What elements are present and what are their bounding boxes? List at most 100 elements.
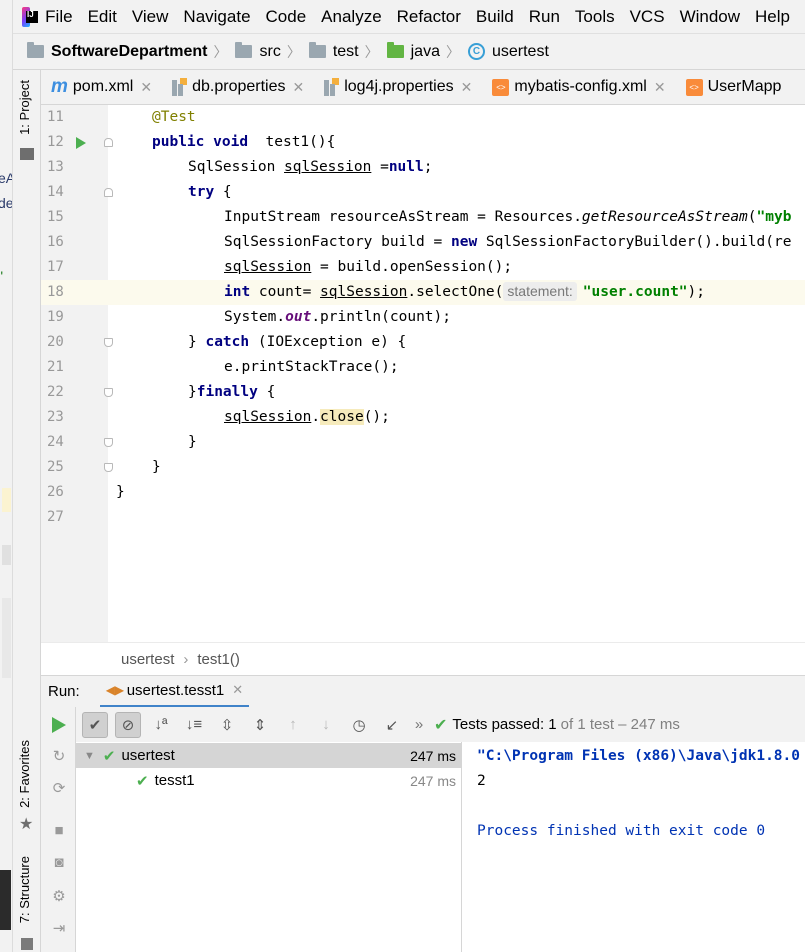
line-number: 27 (47, 509, 64, 525)
gear-icon[interactable]: ⚙ (50, 887, 68, 905)
menu-help[interactable]: Help (755, 7, 790, 27)
project-folder-icon[interactable] (20, 148, 34, 160)
chevron-down-icon[interactable]: ▼ (84, 750, 95, 762)
tab-log4j-properties[interactable]: log4j.properties ✕ (314, 70, 482, 104)
tab-label: mybatis-config.xml (514, 78, 647, 95)
show-ignored-icon[interactable]: ⊘ (115, 711, 141, 738)
tab-usermapper[interactable]: <> UserMapp (676, 70, 792, 104)
editor-breadcrumb-method[interactable]: test1() (197, 651, 240, 668)
fold-marker-icon[interactable] (104, 438, 113, 447)
code-line[interactable]: 23 sqlSession.close(); (41, 405, 805, 430)
tab-mybatis-config-xml[interactable]: <> mybatis-config.xml ✕ (482, 70, 675, 104)
structure-icon[interactable] (21, 938, 33, 950)
menu-refactor[interactable]: Refactor (397, 7, 461, 27)
star-icon[interactable]: ★ (19, 814, 33, 834)
menu-navigate[interactable]: Navigate (183, 7, 250, 27)
tree-node-test[interactable]: ✔ tesst1 247 ms (76, 768, 462, 793)
menu-tools[interactable]: Tools (575, 7, 615, 27)
menu-file[interactable]: File (45, 7, 72, 27)
menu-vcs[interactable]: VCS (630, 7, 665, 27)
expand-all-icon[interactable]: ⇳ (214, 712, 240, 738)
code-text: public void test1(){ (152, 134, 336, 150)
show-passed-icon[interactable]: ✔ (82, 711, 108, 738)
code-line[interactable]: 26 } (41, 480, 805, 505)
code-line[interactable]: 14 try { (41, 180, 805, 205)
menu-run[interactable]: Run (529, 7, 560, 27)
close-icon[interactable]: ✕ (654, 79, 666, 96)
export-results-icon[interactable]: ↙ (379, 712, 405, 738)
code-line[interactable]: 24 } (41, 430, 805, 455)
run-left-toolbar: ↻ ⟳ ■ ◙ ⚙ ⇥ (41, 707, 76, 952)
run-config-label: usertest.tesst1 (126, 681, 225, 699)
tree-node-class[interactable]: ▼ ✔ usertest 247 ms (76, 743, 462, 768)
sort-alphabetically-icon[interactable]: ↓ª (148, 712, 174, 738)
menu-view[interactable]: View (132, 7, 169, 27)
background-text-fragment: " (0, 268, 3, 284)
menu-analyze[interactable]: Analyze (321, 7, 381, 27)
more-icon[interactable]: » (412, 712, 426, 738)
close-icon[interactable]: ✕ (232, 682, 243, 698)
console-output[interactable]: "C:\Program Files (x86)\Java\jdk1.8.0 2 … (462, 742, 805, 952)
menu-build[interactable]: Build (476, 7, 514, 27)
menu-edit[interactable]: Edit (88, 7, 117, 27)
project-tool-tab[interactable]: 1: Project (17, 80, 32, 135)
code-line[interactable]: 22 }finally { (41, 380, 805, 405)
breadcrumb-separator-icon: › (183, 650, 189, 668)
code-line[interactable]: 13 SqlSession sqlSession =null; (41, 155, 805, 180)
code-line[interactable]: 12 public void test1(){ (41, 130, 805, 155)
code-line[interactable]: 16 SqlSessionFactory build = new SqlSess… (41, 230, 805, 255)
intellij-logo-icon[interactable]: IJ (22, 6, 39, 27)
collapse-all-icon[interactable]: ⇕ (247, 712, 273, 738)
background-text-fragment: eA (0, 170, 12, 186)
exit-icon[interactable]: ⇥ (50, 919, 68, 937)
breadcrumb-src[interactable]: src 〉 (235, 42, 308, 62)
code-line[interactable]: 19 System.out.println(count); (41, 305, 805, 330)
menu-code[interactable]: Code (266, 7, 307, 27)
tab-pom-xml[interactable]: m pom.xml ✕ (41, 70, 162, 104)
camera-icon[interactable]: ◙ (50, 853, 68, 871)
previous-failed-icon[interactable]: ↑ (280, 712, 306, 738)
test-status-detail: of 1 test – 247 ms (560, 716, 680, 733)
test-history-icon[interactable]: ◷ (346, 712, 372, 738)
tree-node-label: usertest (121, 747, 175, 764)
fold-marker-icon[interactable] (104, 388, 113, 397)
menu-window[interactable]: Window (680, 7, 740, 27)
close-icon[interactable]: ✕ (292, 79, 304, 96)
close-icon[interactable]: ✕ (140, 79, 152, 96)
editor-breadcrumb-class[interactable]: usertest (121, 651, 174, 668)
breadcrumb-java[interactable]: java 〉 (386, 42, 468, 62)
test-config-icon: ◀▶ (105, 683, 125, 697)
rerun-failed-icon[interactable]: ↻ (50, 747, 68, 765)
breadcrumb-test[interactable]: test 〉 (308, 42, 387, 62)
next-failed-icon[interactable]: ↓ (313, 712, 339, 738)
fold-marker-icon[interactable] (104, 138, 113, 147)
code-line[interactable]: 27 (41, 505, 805, 530)
run-test-icon[interactable] (76, 137, 86, 149)
code-line[interactable]: 25 } (41, 455, 805, 480)
code-line[interactable]: 20 } catch (IOException e) { (41, 330, 805, 355)
rerun-icon[interactable] (50, 716, 68, 734)
code-line[interactable]: 21 e.printStackTrace(); (41, 355, 805, 380)
breadcrumb-project[interactable]: SoftwareDepartment 〉 (27, 42, 235, 62)
toggle-auto-test-icon[interactable]: ⟳ (50, 779, 68, 797)
fold-marker-icon[interactable] (104, 463, 113, 472)
fold-marker-icon[interactable] (104, 338, 113, 347)
sort-by-duration-icon[interactable]: ↓≡ (181, 712, 207, 738)
code-line[interactable]: 15 InputStream resourceAsStream = Resour… (41, 205, 805, 230)
fold-marker-icon[interactable] (104, 188, 113, 197)
code-line[interactable]: 17 sqlSession = build.openSession(); (41, 255, 805, 280)
tab-db-properties[interactable]: db.properties ✕ (162, 70, 314, 104)
background-block (2, 598, 11, 678)
navigation-bar: SoftwareDepartment 〉 src 〉 test 〉 java 〉… (13, 33, 805, 70)
favorites-tool-tab[interactable]: 2: Favorites (17, 740, 32, 808)
structure-tool-tab[interactable]: 7: Structure (17, 856, 32, 923)
code-line[interactable]: 11 @Test (41, 105, 805, 130)
close-icon[interactable]: ✕ (461, 79, 473, 96)
code-line-current[interactable]: 18 int count= sqlSession.selectOne(state… (41, 280, 805, 305)
stop-icon[interactable]: ■ (50, 821, 68, 839)
code-text: } (116, 484, 125, 500)
properties-file-icon (172, 78, 188, 96)
run-config-tab[interactable]: ◀▶ usertest.tesst1 ✕ (99, 676, 250, 708)
console-line: Process finished with exit code 0 (477, 823, 766, 839)
breadcrumb-usertest[interactable]: C usertest (467, 43, 549, 61)
